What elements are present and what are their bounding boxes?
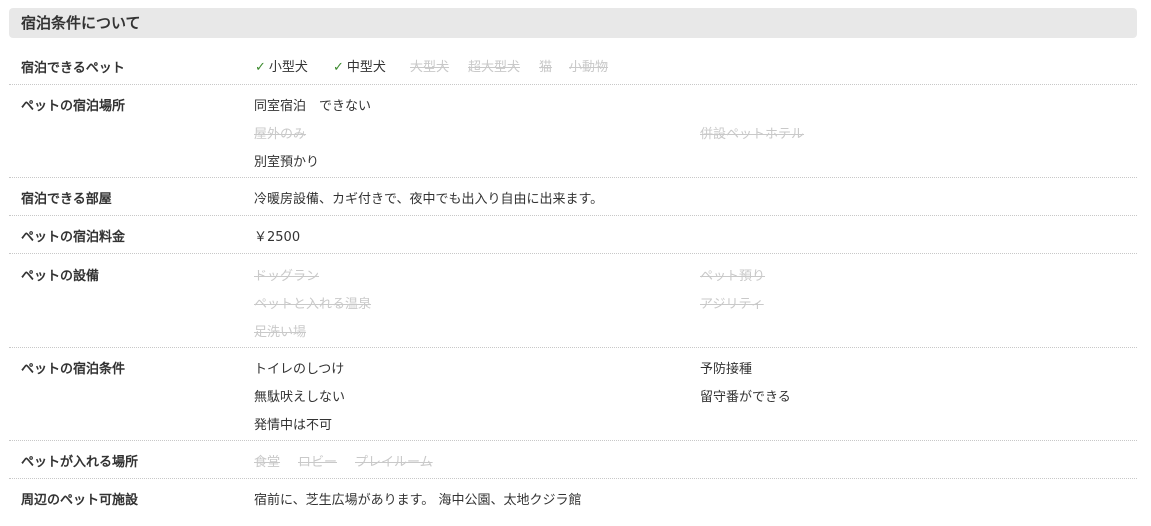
row-label: 宿泊できるペット [21,61,125,76]
facility-dog-run: ドッグラン [254,269,320,284]
row-nearby-facilities: 周辺のペット可施設 宿前に、芝生広場があります。 海中公園、太地クジラ館 [9,479,1137,519]
row-pets-allowed: 宿泊できるペット ✓ 小型犬 ✓ 中型犬 大型犬 超大型犬 猫 小動物 [9,47,1137,85]
condition-no-barking: 無駄吠えしない [254,390,346,405]
lodging-same-room: 同室宿泊 できない [254,99,372,114]
check-icon: ✓ [333,60,344,75]
row-label: ペットが入れる場所 [21,455,139,470]
row-label: ペットの宿泊条件 [21,362,126,377]
condition-can-stay-alone: 留守番ができる [700,390,791,405]
row-label: 周辺のペット可施設 [21,493,139,508]
pet-small-dog: ✓ 小型犬 [255,60,308,75]
area-dining: 食堂 [254,455,281,470]
row-pet-conditions: ペットの宿泊条件 トイレのしつけ 予防接種 無駄吠えしない 留守番ができる 発情… [9,348,1137,441]
row-label: ペットの宿泊場所 [21,99,126,114]
nearby-description: 宿前に、芝生広場があります。 海中公園、太地クジラ館 [254,493,582,508]
area-playroom: プレイルーム [355,455,433,470]
lodging-pet-hotel: 併設ペットホテル [700,127,805,142]
section-title: 宿泊条件について [9,8,1137,38]
row-pet-fee: ペットの宿泊料金 ￥2500 [9,216,1137,254]
row-label: 宿泊できる部屋 [21,192,112,207]
lodging-separate-room: 別室預かり [254,155,320,170]
row-pet-facilities: ペットの設備 ドッグラン ペット預り ペットと入れる温泉 アジリティ 足洗い場 [9,254,1137,348]
facility-pet-onsen: ペットと入れる温泉 [254,297,372,312]
row-pet-areas: ペットが入れる場所 食堂 ロビー プレイルーム [9,441,1137,479]
row-label: ペットの設備 [21,269,100,284]
facility-pet-boarding: ペット預り [700,269,766,284]
lodging-outdoor-only: 屋外のみ [254,127,307,142]
row-rooms: 宿泊できる部屋 冷暖房設備、カギ付きで、夜中でも出入り自由に出来ます。 [9,178,1137,216]
condition-toilet-trained: トイレのしつけ [254,362,345,377]
pet-small-animal: 小動物 [569,60,609,75]
room-description: 冷暖房設備、カギ付きで、夜中でも出入り自由に出来ます。 [254,192,604,207]
row-label: ペットの宿泊料金 [21,230,126,245]
pet-large-dog: 大型犬 [410,60,450,75]
pet-cat: 猫 [539,60,553,75]
pet-extra-large-dog: 超大型犬 [468,60,521,75]
facility-foot-wash: 足洗い場 [254,325,307,340]
pet-medium-dog: ✓ 中型犬 [333,60,386,75]
row-pet-lodging-location: ペットの宿泊場所 同室宿泊 できない 屋外のみ 併設ペットホテル 別室預かり [9,85,1137,178]
area-lobby: ロビー [298,455,338,470]
condition-no-heat: 発情中は不可 [254,418,333,433]
check-icon: ✓ [255,60,266,75]
condition-vaccinated: 予防接種 [700,362,753,377]
pet-fee-value: ￥2500 [254,230,301,245]
facility-agility: アジリティ [700,297,764,312]
